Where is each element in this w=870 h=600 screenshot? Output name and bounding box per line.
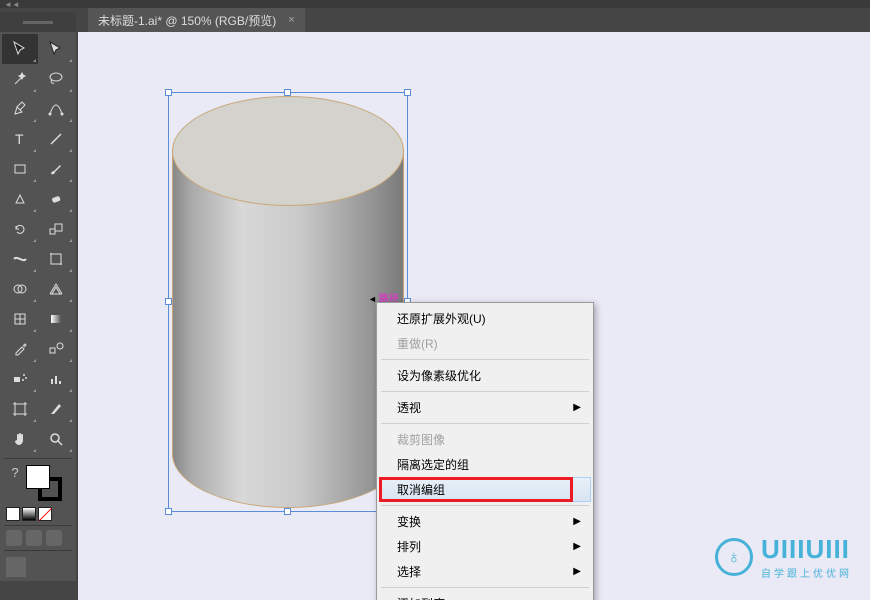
pen-tool[interactable] <box>2 94 38 124</box>
submenu-arrow-icon: ▶ <box>573 402 581 413</box>
line-tool[interactable] <box>38 124 74 154</box>
perspective-grid-tool[interactable] <box>38 274 74 304</box>
mesh-tool[interactable] <box>2 304 38 334</box>
tools-panel: T ? <box>0 12 76 581</box>
resize-handle[interactable] <box>165 89 172 96</box>
gradient-tool[interactable] <box>38 304 74 334</box>
type-tool[interactable]: T <box>2 124 38 154</box>
menu-separator <box>381 587 589 588</box>
menu-item-undo[interactable]: 还原扩展外观(U) <box>379 306 591 331</box>
menu-item-perspective[interactable]: 透视▶ <box>379 395 591 420</box>
eraser-tool[interactable] <box>38 184 74 214</box>
document-tab-bar: 未标题-1.ai* @ 150% (RGB/预览) × <box>0 8 870 32</box>
menu-item-pixel-perfect[interactable]: 设为像素级优化 <box>379 363 591 388</box>
menu-item-ungroup[interactable]: 取消编组 <box>379 477 591 502</box>
tool-grid: T <box>0 32 76 456</box>
direct-selection-tool[interactable] <box>38 34 74 64</box>
menu-separator <box>381 423 589 424</box>
collapse-arrows-icon[interactable]: ◄◄ <box>4 0 20 9</box>
curvature-tool[interactable] <box>38 94 74 124</box>
tab-title: 未标题-1.ai* @ 150% (RGB/预览) <box>98 12 276 29</box>
document-tab[interactable]: 未标题-1.ai* @ 150% (RGB/预览) × <box>88 8 305 32</box>
artboard-tool[interactable] <box>2 394 38 424</box>
resize-handle[interactable] <box>284 508 291 515</box>
resize-handle[interactable] <box>165 508 172 515</box>
width-tool[interactable] <box>2 244 38 274</box>
eyedropper-tool[interactable] <box>2 334 38 364</box>
menu-item-crop: 裁剪图像 <box>379 427 591 452</box>
draw-mode-row <box>0 528 76 548</box>
magic-wand-tool[interactable] <box>2 64 38 94</box>
slice-tool[interactable] <box>38 394 74 424</box>
app-header-strip: ◄◄ <box>0 0 870 8</box>
canvas[interactable]: 路径 还原扩展外观(U)重做(R)设为像素级优化透视▶裁剪图像隔离选定的组取消编… <box>78 32 870 600</box>
menu-item-arrange[interactable]: 排列▶ <box>379 534 591 559</box>
selection-tool[interactable] <box>2 34 38 64</box>
divider <box>4 458 72 459</box>
menu-separator <box>381 391 589 392</box>
watermark-sub: 自学跟上优优网 <box>761 565 852 580</box>
scale-tool[interactable] <box>38 214 74 244</box>
symbol-sprayer-tool[interactable] <box>2 364 38 394</box>
column-graph-tool[interactable] <box>38 364 74 394</box>
fill-swatch[interactable] <box>26 465 50 489</box>
menu-separator <box>381 359 589 360</box>
close-icon[interactable]: × <box>288 14 294 26</box>
resize-handle[interactable] <box>165 298 172 305</box>
shape-builder-tool[interactable] <box>2 274 38 304</box>
color-mode-row <box>0 505 76 523</box>
screen-mode-icon[interactable] <box>6 557 26 577</box>
lasso-tool[interactable] <box>38 64 74 94</box>
menu-separator <box>381 505 589 506</box>
shaper-tool[interactable] <box>2 184 38 214</box>
divider <box>4 525 72 526</box>
submenu-arrow-icon: ▶ <box>573 566 581 577</box>
bulb-icon: ♁ <box>715 538 753 576</box>
fill-stroke-control[interactable]: ? <box>0 461 76 505</box>
submenu-arrow-icon: ▶ <box>573 516 581 527</box>
screen-mode-row <box>0 553 76 581</box>
color-mode-gradient[interactable] <box>22 507 36 521</box>
hand-tool[interactable] <box>2 424 38 454</box>
menu-item-select[interactable]: 选择▶ <box>379 559 591 584</box>
help-icon[interactable]: ? <box>6 465 24 480</box>
menu-item-add-library[interactable]: 添加到库 <box>379 591 591 600</box>
menu-item-isolate[interactable]: 隔离选定的组 <box>379 452 591 477</box>
watermark-brand: UIIIUIII <box>761 534 850 564</box>
submenu-arrow-icon: ▶ <box>573 541 581 552</box>
menu-item-redo: 重做(R) <box>379 331 591 356</box>
menu-item-transform[interactable]: 变换▶ <box>379 509 591 534</box>
panel-grip[interactable] <box>0 12 76 32</box>
rotate-tool[interactable] <box>2 214 38 244</box>
color-mode-none[interactable] <box>38 507 52 521</box>
paintbrush-tool[interactable] <box>38 154 74 184</box>
color-mode-solid[interactable] <box>6 507 20 521</box>
divider <box>4 550 72 551</box>
rectangle-tool[interactable] <box>2 154 38 184</box>
free-transform-tool[interactable] <box>38 244 74 274</box>
svg-text:T: T <box>15 131 24 147</box>
draw-inside-icon[interactable] <box>46 530 62 546</box>
zoom-tool[interactable] <box>38 424 74 454</box>
blend-tool[interactable] <box>38 334 74 364</box>
resize-handle[interactable] <box>284 89 291 96</box>
watermark: ♁ UIIIUIII 自学跟上优优网 <box>715 534 852 580</box>
draw-behind-icon[interactable] <box>26 530 42 546</box>
draw-normal-icon[interactable] <box>6 530 22 546</box>
resize-handle[interactable] <box>404 89 411 96</box>
context-menu: 还原扩展外观(U)重做(R) 设为像素级优化透视▶ 裁剪图像隔离选定的组取消编组变换… <box>376 302 594 600</box>
